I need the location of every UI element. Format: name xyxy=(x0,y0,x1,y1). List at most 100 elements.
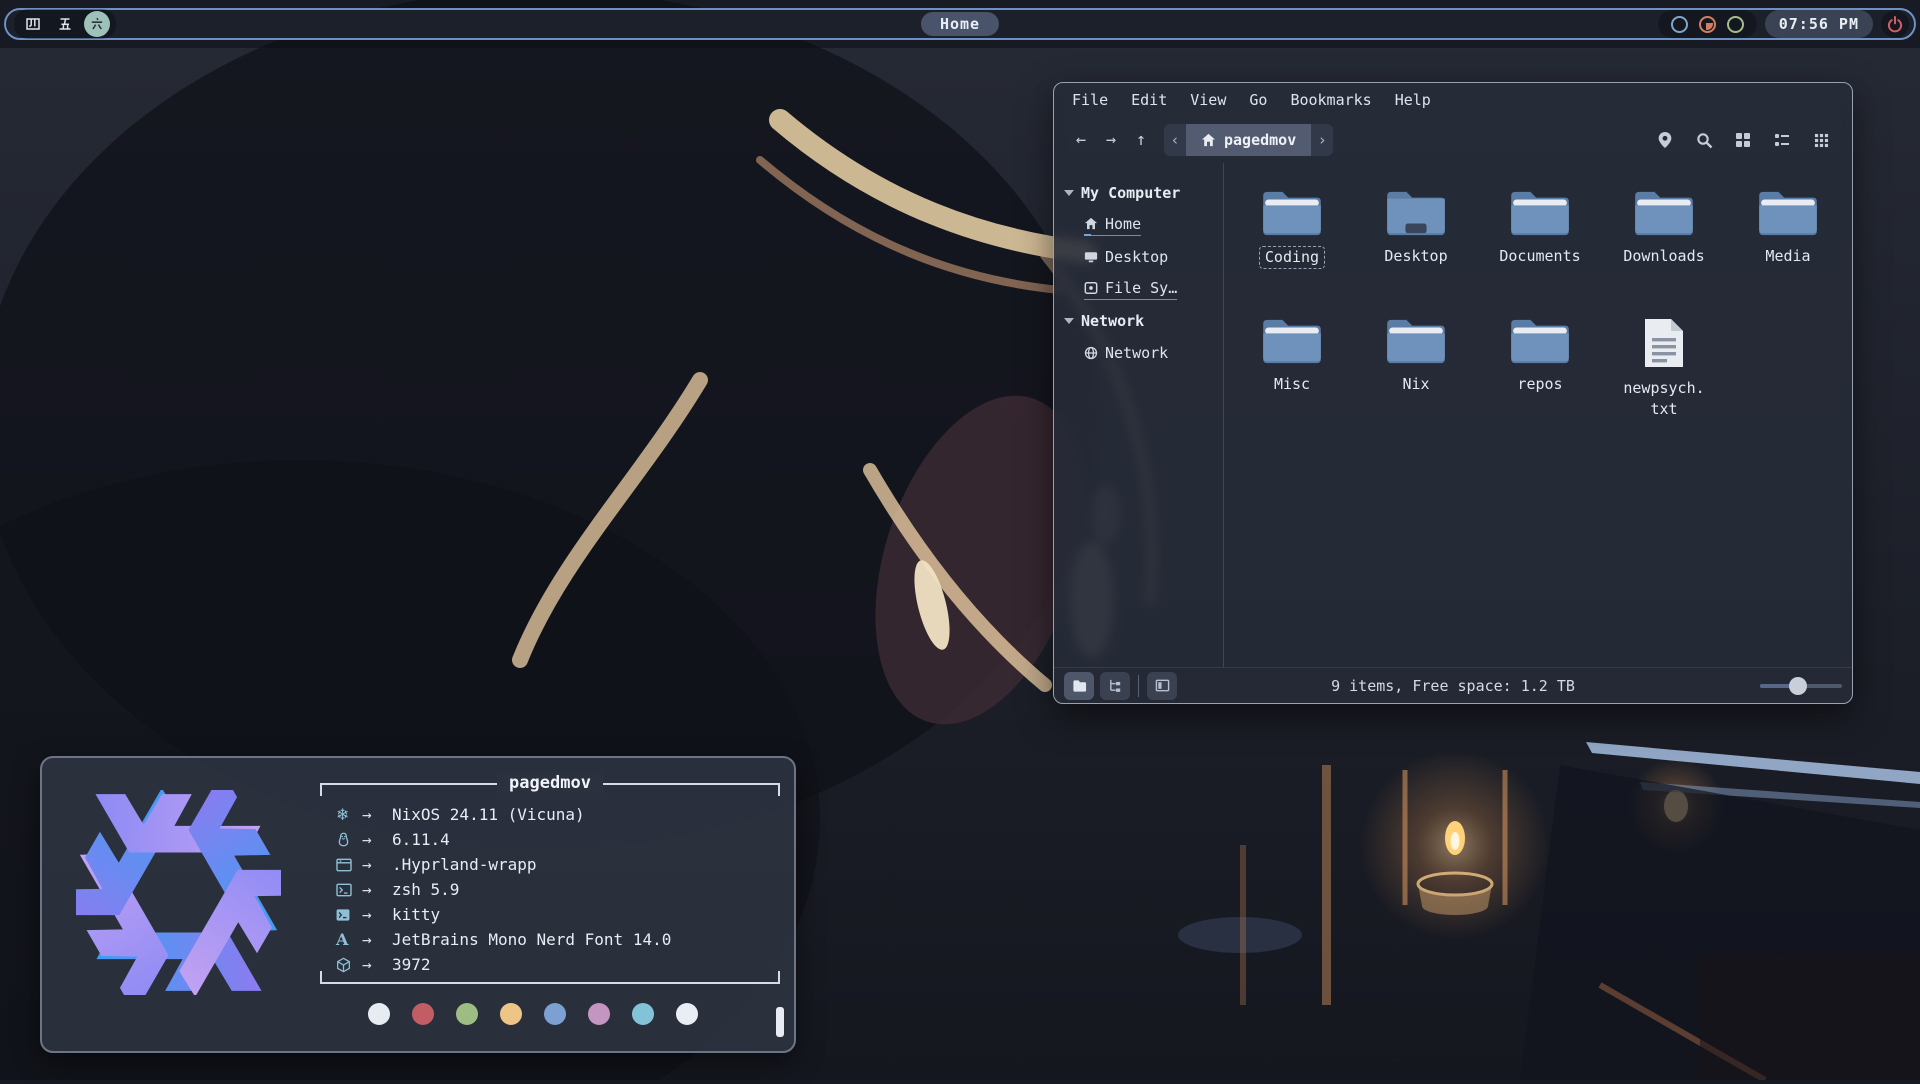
folder-icon xyxy=(1385,317,1447,365)
fetch-shell-line: → zsh 5.9 xyxy=(336,877,770,902)
menu-edit[interactable]: Edit xyxy=(1131,91,1167,109)
sidebar-item-label: Network xyxy=(1105,344,1168,362)
terminal-color-palette xyxy=(368,1003,698,1025)
sidebar-item-home[interactable]: Home xyxy=(1054,209,1223,241)
orange-ring-icon[interactable] xyxy=(1699,16,1716,33)
path-tab-label: pagedmov xyxy=(1224,131,1296,149)
up-button[interactable]: ↑ xyxy=(1126,125,1156,155)
terminal-cursor xyxy=(776,1007,784,1037)
blue-ring-icon[interactable] xyxy=(1671,16,1688,33)
workspace-five[interactable] xyxy=(52,11,78,37)
file-item-media[interactable]: Media xyxy=(1726,189,1850,269)
sidebar-item-label: File Sy… xyxy=(1105,279,1177,297)
search-button[interactable] xyxy=(1693,129,1715,151)
icon-view-button[interactable] xyxy=(1732,129,1754,151)
statusbar: 9 items, Free space: 1.2 TB xyxy=(1054,667,1852,703)
path-scroll-left[interactable]: ‹ xyxy=(1164,131,1186,149)
text-file-icon xyxy=(1641,317,1687,369)
folder-icon xyxy=(1757,189,1819,237)
sidebar-section-network[interactable]: Network xyxy=(1054,305,1223,337)
file-view: Coding Desktop Documents Downloads Media xyxy=(1224,163,1852,667)
menu-go[interactable]: Go xyxy=(1249,91,1267,109)
menu-help[interactable]: Help xyxy=(1395,91,1431,109)
sidebar-item-network[interactable]: Network xyxy=(1054,337,1223,369)
home-icon xyxy=(1084,217,1098,230)
shell-value: zsh 5.9 xyxy=(392,880,459,899)
palette-dot xyxy=(676,1003,698,1025)
folder-icon xyxy=(1261,317,1323,365)
file-label: Downloads xyxy=(1623,246,1704,267)
folder-icon xyxy=(1633,189,1695,237)
clock[interactable]: 07:56 PM xyxy=(1765,10,1873,38)
toolbar-right xyxy=(1654,129,1840,151)
menu-view[interactable]: View xyxy=(1190,91,1226,109)
sidebar-section-my-computer[interactable]: My Computer xyxy=(1054,177,1223,209)
active-window-title[interactable]: Home xyxy=(921,12,999,36)
file-label: Nix xyxy=(1402,374,1429,395)
fetch-hostname: pagedmov xyxy=(320,772,780,794)
palette-dot xyxy=(500,1003,522,1025)
file-item-repos[interactable]: repos xyxy=(1478,317,1602,420)
forward-button[interactable]: → xyxy=(1096,125,1126,155)
workspace-four[interactable] xyxy=(20,11,46,37)
file-item-desktop[interactable]: Desktop xyxy=(1354,189,1478,269)
list-view-button[interactable] xyxy=(1771,129,1793,151)
fetch-font-line: A → JetBrains Mono Nerd Font 14.0 xyxy=(336,927,770,952)
sidebar-item-desktop[interactable]: Desktop xyxy=(1054,241,1223,273)
arrow-glyph: → xyxy=(362,830,392,849)
section-label: My Computer xyxy=(1081,184,1180,202)
status-text: 9 items, Free space: 1.2 TB xyxy=(1054,677,1852,695)
file-item-misc[interactable]: Misc xyxy=(1230,317,1354,420)
fetch-wm-line: → .Hyprland-wrapp xyxy=(336,852,770,877)
power-button[interactable] xyxy=(1881,10,1909,38)
desktop-folder-icon xyxy=(1385,189,1447,237)
status-rings xyxy=(1658,10,1757,38)
nixos-logo xyxy=(76,790,281,995)
sidebar-item-filesystem[interactable]: File Sy… xyxy=(1054,273,1223,305)
file-label: repos xyxy=(1517,374,1562,395)
file-item-downloads[interactable]: Downloads xyxy=(1602,189,1726,269)
file-label: Misc xyxy=(1274,374,1310,395)
palette-dot xyxy=(632,1003,654,1025)
sidebar: My Computer Home Desktop File Sy… Net xyxy=(1054,163,1224,667)
path-scroll-right[interactable]: › xyxy=(1311,131,1333,149)
power-icon xyxy=(1886,15,1904,33)
location-pin-button[interactable] xyxy=(1654,129,1676,151)
folder-icon xyxy=(1509,189,1571,237)
os-value: NixOS 24.11 (Vicuna) xyxy=(392,805,585,824)
box-corner xyxy=(778,971,780,984)
file-label: Media xyxy=(1765,246,1810,267)
palette-dot xyxy=(588,1003,610,1025)
sidebar-item-label: Home xyxy=(1105,215,1141,233)
back-button[interactable]: ← xyxy=(1066,125,1096,155)
workspace-six-active[interactable] xyxy=(84,11,110,37)
compact-view-button[interactable] xyxy=(1810,129,1832,151)
terminal-window: pagedmov ❄ → NixOS 24.11 (Vicuna) → 6.11… xyxy=(40,756,796,1053)
packages-icon xyxy=(336,957,362,973)
menu-file[interactable]: File xyxy=(1072,91,1108,109)
palette-dot xyxy=(456,1003,478,1025)
arrow-glyph: → xyxy=(362,930,392,949)
terminal-icon xyxy=(336,909,362,921)
path-tab-home[interactable]: pagedmov xyxy=(1186,124,1311,156)
fetch-terminal-line: → kitty xyxy=(336,902,770,927)
expander-triangle-icon xyxy=(1064,190,1074,196)
zoom-slider[interactable] xyxy=(1760,672,1842,700)
file-item-documents[interactable]: Documents xyxy=(1478,189,1602,269)
file-label: Coding xyxy=(1259,246,1325,269)
arrow-glyph: → xyxy=(362,855,392,874)
slider-knob[interactable] xyxy=(1789,677,1807,695)
expander-triangle-icon xyxy=(1064,318,1074,324)
toolbar: ← → ↑ ‹ pagedmov › xyxy=(1054,117,1852,163)
fetch-kernel-line: → 6.11.4 xyxy=(336,827,770,852)
file-item-newpsych-txt[interactable]: newpsych.txt xyxy=(1602,317,1726,420)
file-item-nix[interactable]: Nix xyxy=(1354,317,1478,420)
arrow-glyph: → xyxy=(362,805,392,824)
topbar: Home 07:56 PM xyxy=(4,8,1916,40)
menu-bookmarks[interactable]: Bookmarks xyxy=(1290,91,1371,109)
green-ring-icon[interactable] xyxy=(1727,16,1744,33)
cjk-six-glyph xyxy=(89,16,105,32)
file-manager-window: File Edit View Go Bookmarks Help ← → ↑ ‹… xyxy=(1053,82,1853,704)
desktop-icon xyxy=(1084,250,1098,264)
file-item-coding[interactable]: Coding xyxy=(1230,189,1354,269)
